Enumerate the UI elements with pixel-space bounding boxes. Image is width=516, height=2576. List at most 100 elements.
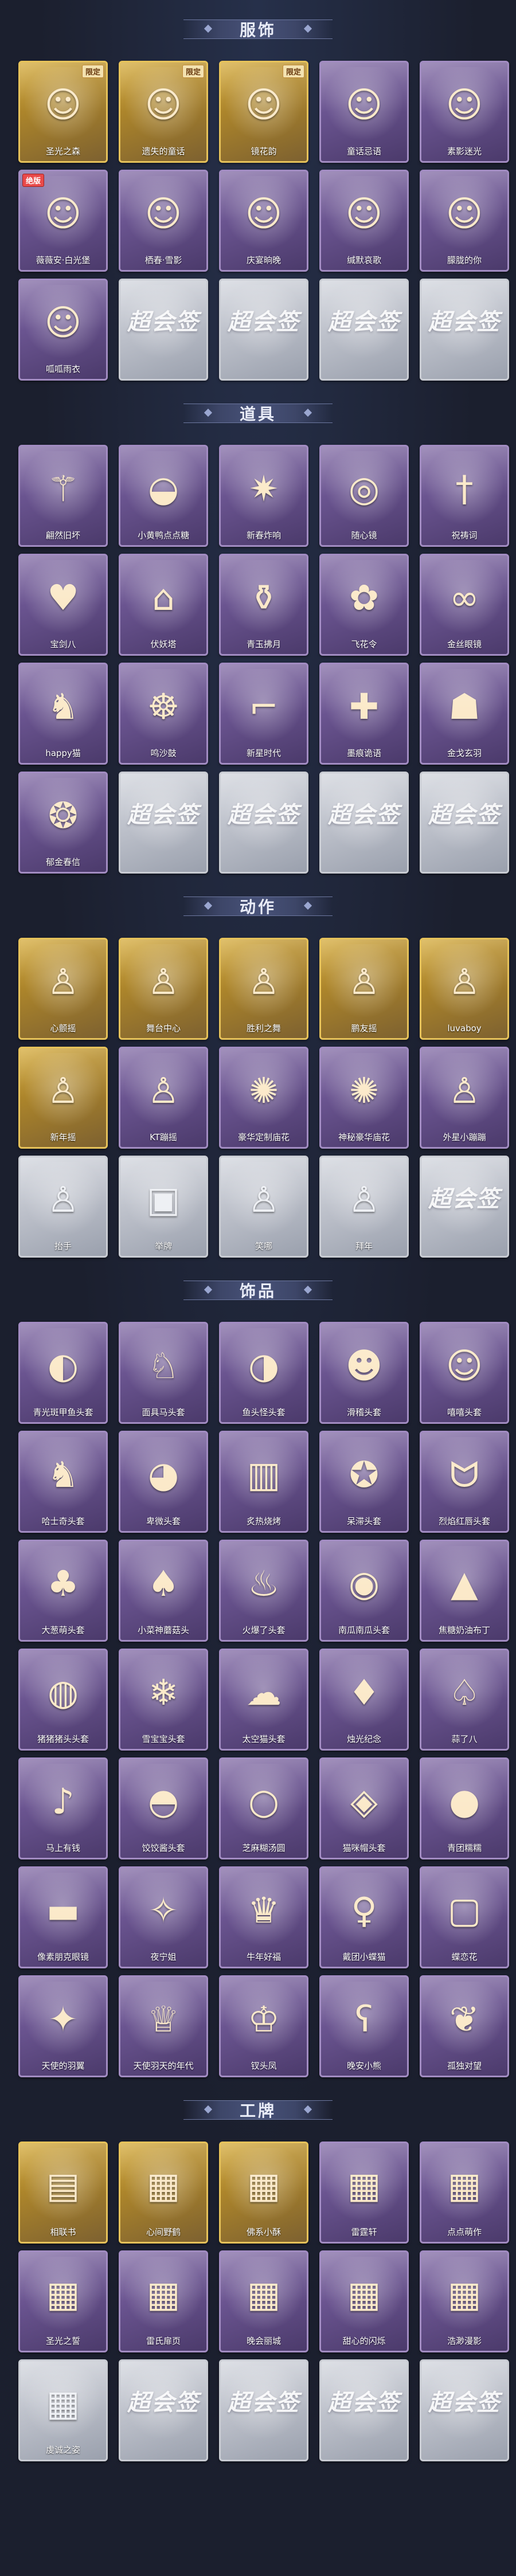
item-card[interactable]: ♙ KT蹦摇 bbox=[119, 1047, 208, 1149]
item-card[interactable]: ☺ 庆宴晌晚 bbox=[219, 170, 308, 272]
item-card[interactable]: ☁ 太空猫头套 bbox=[219, 1649, 308, 1751]
item-card[interactable]: ☺ 限定 镜花韵 bbox=[219, 61, 308, 163]
item-card[interactable]: ❂ 郁金春信 bbox=[18, 772, 108, 874]
item-card[interactable]: ◕ 卑微头套 bbox=[119, 1431, 208, 1533]
item-card[interactable]: ♔ 钗头凤 bbox=[219, 1975, 308, 2077]
empty-slot-card[interactable]: 超会签 bbox=[119, 772, 208, 874]
item-card[interactable]: ◐ 青光斑甲鱼头套 bbox=[18, 1322, 108, 1424]
item-card[interactable]: ♙ 舞台中心 bbox=[119, 938, 208, 1040]
item-card[interactable]: ✺ 豪华定制庙花 bbox=[219, 1047, 308, 1149]
item-card[interactable]: ▦ 浩渺漫影 bbox=[420, 2250, 509, 2352]
item-card[interactable]: ☻ 滑稽头套 bbox=[319, 1322, 409, 1424]
item-card[interactable]: ◒ 小黄鸭点点糖 bbox=[119, 445, 208, 547]
item-card[interactable]: ♙ luvaboy bbox=[420, 938, 509, 1040]
item-card[interactable]: ● 青团糯糯 bbox=[420, 1757, 509, 1859]
item-card[interactable]: ♙ 抬手 bbox=[18, 1156, 108, 1258]
item-card[interactable]: ▣ 举牌 bbox=[119, 1156, 208, 1258]
empty-slot-card[interactable]: 超会签 bbox=[319, 279, 409, 381]
empty-slot-card[interactable]: 超会签 bbox=[420, 1156, 509, 1258]
item-card[interactable]: ☺ 素影迷光 bbox=[420, 61, 509, 163]
item-card[interactable]: ☗ 金戈玄羽 bbox=[420, 663, 509, 765]
item-card[interactable]: ⌂ 伏妖塔 bbox=[119, 554, 208, 656]
item-card[interactable]: ▲ 焦糖奶油布丁 bbox=[420, 1540, 509, 1642]
item-card[interactable]: ☸ 鸣沙鼓 bbox=[119, 663, 208, 765]
item-card[interactable]: ☺ 限定 圣光之森 bbox=[18, 61, 108, 163]
item-card[interactable]: ◎ 随心镜 bbox=[319, 445, 409, 547]
item-card[interactable]: ☺ 嘻嘻头套 bbox=[420, 1322, 509, 1424]
item-card[interactable]: ❄ 雪宝宝头套 bbox=[119, 1649, 208, 1751]
empty-slot-card[interactable]: 超会签 bbox=[420, 2359, 509, 2461]
item-card[interactable]: ♤ 蒜了八 bbox=[420, 1649, 509, 1751]
item-card[interactable]: ▦ 雷氏扉页 bbox=[119, 2250, 208, 2352]
item-card[interactable]: ✦ 天使的羽翼 bbox=[18, 1975, 108, 2077]
item-card[interactable]: ⌐ 新星时代 bbox=[219, 663, 308, 765]
item-card[interactable]: ▦ 雷霆轩 bbox=[319, 2142, 409, 2244]
item-card[interactable]: ◍ 猪猪猪头头套 bbox=[18, 1649, 108, 1751]
item-card[interactable]: ❦ 孤独对望 bbox=[420, 1975, 509, 2077]
item-card[interactable]: ∞ 金丝眼镜 bbox=[420, 554, 509, 656]
item-card[interactable]: ⚚ 翩然旧坏 bbox=[18, 445, 108, 547]
empty-slot-card[interactable]: 超会签 bbox=[420, 772, 509, 874]
item-card[interactable]: ✿ 飞花令 bbox=[319, 554, 409, 656]
item-card[interactable]: ♦ 烛光纪念 bbox=[319, 1649, 409, 1751]
item-card[interactable]: ◉ 南瓜南瓜头套 bbox=[319, 1540, 409, 1642]
item-card[interactable]: ○ 芝麻糊汤圆 bbox=[219, 1757, 308, 1859]
empty-slot-card[interactable]: 超会签 bbox=[219, 279, 308, 381]
item-card[interactable]: ♕ 天使羽天的年代 bbox=[119, 1975, 208, 2077]
item-card[interactable]: ♥ 宝剑八 bbox=[18, 554, 108, 656]
item-card[interactable]: ☺ 呱呱雨衣 bbox=[18, 279, 108, 381]
item-card[interactable]: ▦ 佛系小酥 bbox=[219, 2142, 308, 2244]
item-card[interactable]: ♨ 火爆了头套 bbox=[219, 1540, 308, 1642]
item-card[interactable]: ☺ 栖春·雪影 bbox=[119, 170, 208, 272]
item-card[interactable]: ▦ 心间野鹤 bbox=[119, 2142, 208, 2244]
item-card[interactable]: ✷ 新春炸响 bbox=[219, 445, 308, 547]
item-card[interactable]: ✧ 夜宁姐 bbox=[119, 1866, 208, 1968]
item-card[interactable]: ⚱ 青玉拂月 bbox=[219, 554, 308, 656]
item-card[interactable]: ♙ 心颤摇 bbox=[18, 938, 108, 1040]
empty-slot-card[interactable]: 超会签 bbox=[319, 772, 409, 874]
empty-slot-card[interactable]: 超会签 bbox=[420, 279, 509, 381]
item-card[interactable]: ✚ 墨痕诡语 bbox=[319, 663, 409, 765]
item-card[interactable]: ʕ 晚安小熊 bbox=[319, 1975, 409, 2077]
item-card[interactable]: ♙ 拜年 bbox=[319, 1156, 409, 1258]
item-card[interactable]: ☺ 朦胧的你 bbox=[420, 170, 509, 272]
item-card[interactable]: ☺ 童话忌语 bbox=[319, 61, 409, 163]
item-card[interactable]: ♞ happy猫 bbox=[18, 663, 108, 765]
item-card[interactable]: ✪ 呆滞头套 bbox=[319, 1431, 409, 1533]
item-card[interactable]: ♙ 鹏友摇 bbox=[319, 938, 409, 1040]
item-card[interactable]: ♙ 笑哪 bbox=[219, 1156, 308, 1258]
empty-slot-card[interactable]: 超会签 bbox=[119, 279, 208, 381]
item-card[interactable]: ▦ 点点萌作 bbox=[420, 2142, 509, 2244]
item-card[interactable]: ♠ 小菜神蘑菇头 bbox=[119, 1540, 208, 1642]
item-card[interactable]: ☺ 限定 遗失的童话 bbox=[119, 61, 208, 163]
item-card[interactable]: ♙ 新年摇 bbox=[18, 1047, 108, 1149]
item-card[interactable]: ♙ 胜利之舞 bbox=[219, 938, 308, 1040]
item-card[interactable]: ♛ 牛年好福 bbox=[219, 1866, 308, 1968]
item-card[interactable]: ♙ 外星小蹦蹦 bbox=[420, 1047, 509, 1149]
item-card[interactable]: ♪ 马上有钱 bbox=[18, 1757, 108, 1859]
item-card[interactable]: ☺ 缄默哀歌 bbox=[319, 170, 409, 272]
empty-slot-card[interactable]: 超会签 bbox=[119, 2359, 208, 2461]
item-card[interactable]: ♘ 面具马头套 bbox=[119, 1322, 208, 1424]
item-card[interactable]: ▬ 像素朋克眼镜 bbox=[18, 1866, 108, 1968]
item-card[interactable]: ▦ 虔诚之姿 bbox=[18, 2359, 108, 2461]
item-card[interactable]: ♞ 哈士奇头套 bbox=[18, 1431, 108, 1533]
item-card[interactable]: ▦ 甜心的闪烁 bbox=[319, 2250, 409, 2352]
empty-slot-card[interactable]: 超会签 bbox=[219, 772, 308, 874]
item-card[interactable]: † 祝祷词 bbox=[420, 445, 509, 547]
item-card[interactable]: ♀ 戴团小蝶猫 bbox=[319, 1866, 409, 1968]
item-card[interactable]: ◑ 鱼头怪头套 bbox=[219, 1322, 308, 1424]
item-card[interactable]: ▤ 相联书 bbox=[18, 2142, 108, 2244]
item-card[interactable]: ▦ 晚会丽城 bbox=[219, 2250, 308, 2352]
item-card[interactable]: ☺ 绝版 薇薇安·白光堡 bbox=[18, 170, 108, 272]
item-card[interactable]: ▥ 炙热烧烤 bbox=[219, 1431, 308, 1533]
item-card[interactable]: ᗢ 烈焰红唇头套 bbox=[420, 1431, 509, 1533]
item-card[interactable]: ▦ 圣光之誓 bbox=[18, 2250, 108, 2352]
item-card[interactable]: ✺ 神秘豪华庙花 bbox=[319, 1047, 409, 1149]
item-card[interactable]: ♣ 大葱萌头套 bbox=[18, 1540, 108, 1642]
item-card[interactable]: ◈ 猫咪帽头套 bbox=[319, 1757, 409, 1859]
empty-slot-card[interactable]: 超会签 bbox=[319, 2359, 409, 2461]
item-card[interactable]: ◓ 饺饺酱头套 bbox=[119, 1757, 208, 1859]
empty-slot-card[interactable]: 超会签 bbox=[219, 2359, 308, 2461]
item-card[interactable]: ▢ 蝶恋花 bbox=[420, 1866, 509, 1968]
